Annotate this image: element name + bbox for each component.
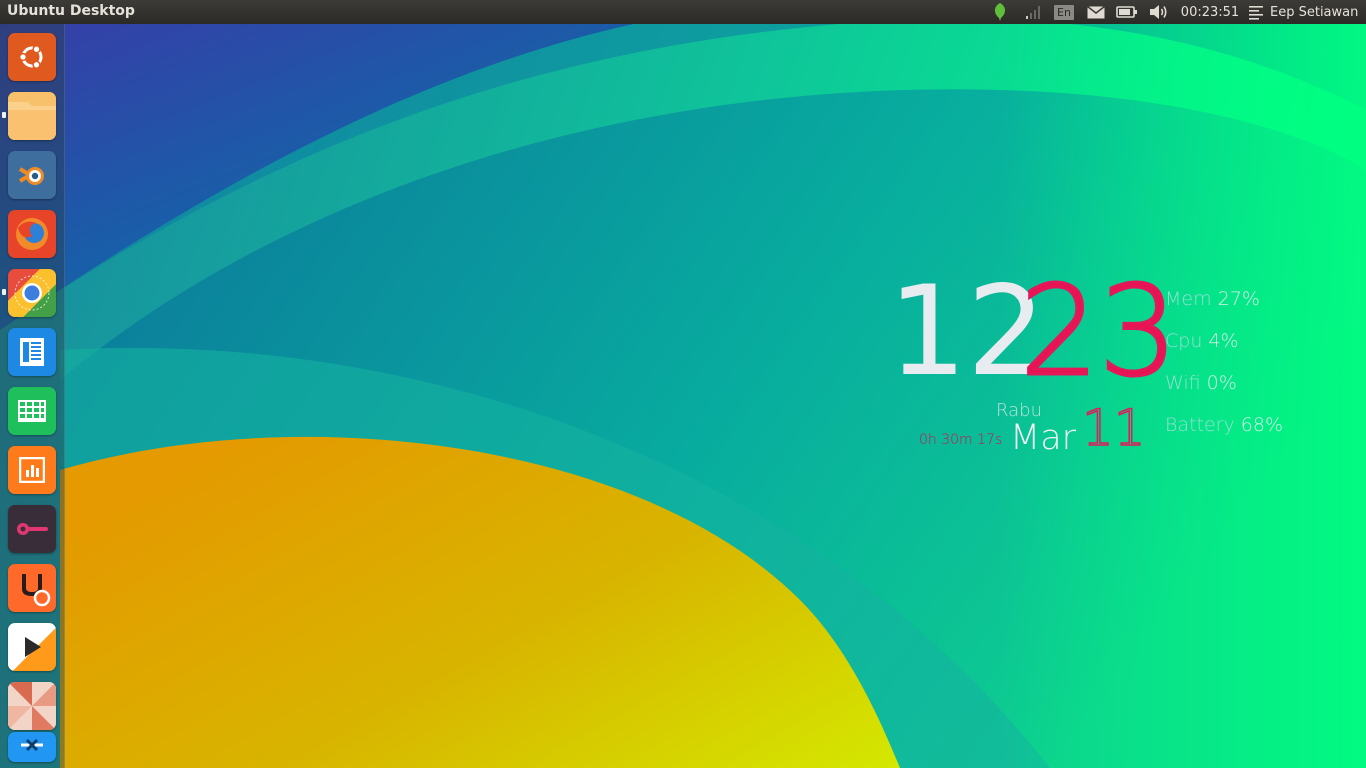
window-title: Ubuntu Desktop bbox=[7, 3, 135, 19]
launcher-item-calc[interactable] bbox=[8, 387, 56, 435]
network-signal-icon[interactable] bbox=[1022, 0, 1044, 24]
leaf-indicator-icon[interactable] bbox=[989, 0, 1011, 24]
stat-label: Wifi bbox=[1165, 372, 1201, 394]
blender-icon bbox=[18, 167, 44, 185]
text-document-icon bbox=[20, 338, 44, 366]
stat-value: 27% bbox=[1217, 288, 1260, 310]
volume-icon[interactable] bbox=[1147, 0, 1171, 24]
uptime-label: 0h 30m 17s bbox=[919, 432, 1003, 448]
launcher-item-media-player[interactable] bbox=[8, 623, 56, 671]
month-label: Mar bbox=[1010, 418, 1077, 458]
ubuntu-logo-icon bbox=[18, 45, 43, 69]
top-panel: Ubuntu Desktop En 00:23:51 Eep Setiawan bbox=[0, 0, 1366, 24]
stat-battery: Battery 68% bbox=[1165, 414, 1283, 436]
stat-value: 4% bbox=[1208, 330, 1239, 352]
launcher bbox=[0, 24, 65, 768]
trash-icon bbox=[21, 738, 43, 752]
mail-icon[interactable] bbox=[1085, 0, 1107, 24]
pinwheel-icon bbox=[8, 682, 56, 730]
launcher-item-blender[interactable] bbox=[8, 151, 56, 199]
play-icon bbox=[25, 637, 41, 657]
running-indicator bbox=[2, 112, 6, 118]
launcher-item-files[interactable] bbox=[8, 92, 56, 140]
launcher-item-system-tool[interactable] bbox=[8, 682, 56, 730]
launcher-item-software-center[interactable] bbox=[8, 564, 56, 612]
launcher-item-firefox[interactable] bbox=[8, 210, 56, 258]
launcher-item-settings[interactable] bbox=[8, 505, 56, 553]
stat-value: 68% bbox=[1240, 414, 1284, 436]
stat-value: 0% bbox=[1206, 372, 1237, 394]
panel-clock[interactable]: 00:23:51 bbox=[1180, 0, 1240, 24]
session-menu-icon bbox=[1249, 6, 1263, 20]
stat-wifi: Wifi 0% bbox=[1165, 372, 1237, 394]
stat-cpu: Cpu 4% bbox=[1165, 330, 1239, 352]
battery-icon[interactable] bbox=[1115, 0, 1139, 24]
stat-label: Mem bbox=[1165, 288, 1212, 310]
day-number: 11 bbox=[1081, 399, 1146, 457]
user-name: Eep Setiawan bbox=[1270, 4, 1359, 20]
toggle-switch-icon bbox=[17, 523, 48, 535]
keyboard-layout-label: En bbox=[1054, 4, 1074, 20]
launcher-item-impress[interactable] bbox=[8, 446, 56, 494]
clock-minute: 23 bbox=[1019, 260, 1180, 404]
presentation-icon bbox=[19, 457, 45, 483]
launcher-item-trash[interactable] bbox=[8, 732, 56, 762]
spreadsheet-icon bbox=[18, 400, 46, 422]
session-menu[interactable]: Eep Setiawan bbox=[1248, 0, 1366, 24]
launcher-item-writer[interactable] bbox=[8, 328, 56, 376]
folder-icon bbox=[8, 92, 56, 140]
launcher-item-dash[interactable] bbox=[8, 33, 56, 81]
stat-label: Cpu bbox=[1165, 330, 1203, 352]
keyboard-layout-indicator[interactable]: En bbox=[1053, 0, 1075, 24]
running-indicator bbox=[2, 289, 6, 295]
software-bag-icon bbox=[22, 574, 51, 607]
stat-memory: Mem 27% bbox=[1165, 288, 1260, 310]
launcher-item-chrome[interactable] bbox=[8, 269, 56, 317]
stat-label: Battery bbox=[1165, 414, 1235, 436]
firefox-icon bbox=[16, 218, 48, 250]
chrome-icon bbox=[14, 275, 50, 311]
